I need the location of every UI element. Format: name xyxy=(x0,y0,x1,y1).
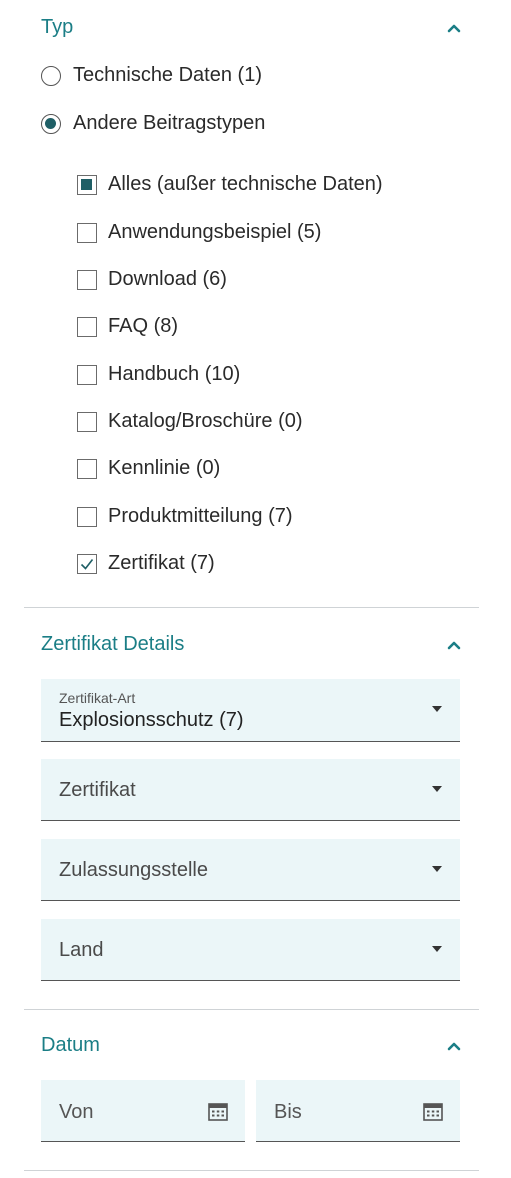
checkbox-produktmitteilung[interactable]: Produktmitteilung (7) xyxy=(77,505,293,528)
section-divider xyxy=(24,1009,479,1010)
calendar-icon[interactable] xyxy=(423,1102,443,1121)
zulassungsstelle-dropdown[interactable]: Zulassungsstelle xyxy=(41,839,460,901)
chevron-up-icon[interactable] xyxy=(447,640,461,650)
checkbox-label: Alles (außer technische Daten) xyxy=(108,173,383,195)
checkbox-katalog-broschuere[interactable]: Katalog/Broschüre (0) xyxy=(77,410,303,433)
checkbox-kennlinie[interactable]: Kennlinie (0) xyxy=(77,457,220,480)
checkbox[interactable] xyxy=(77,364,97,385)
checkbox[interactable] xyxy=(77,506,97,527)
von-placeholder: Von xyxy=(59,1101,94,1123)
land-dropdown[interactable]: Land xyxy=(41,919,460,981)
checkbox[interactable] xyxy=(77,316,97,337)
zulassungsstelle-placeholder: Zulassungsstelle xyxy=(59,859,208,881)
checkbox-handbuch[interactable]: Handbuch (10) xyxy=(77,363,240,386)
checkbox-label: FAQ (8) xyxy=(108,315,179,337)
typ-section-header[interactable]: Typ xyxy=(41,16,461,39)
checkbox-zertifikat[interactable]: Zertifikat (7) xyxy=(77,552,215,575)
radio-technische-daten[interactable]: Technische Daten (1) xyxy=(41,64,262,87)
bis-placeholder: Bis xyxy=(274,1101,302,1123)
radio-andere-beitragstypen[interactable]: Andere Beitragstypen xyxy=(41,112,265,135)
checkbox-label: Handbuch (10) xyxy=(108,363,241,385)
datum-section-header[interactable]: Datum xyxy=(41,1034,461,1057)
checkbox-label: Kennlinie (0) xyxy=(108,457,221,479)
checkbox[interactable] xyxy=(77,174,97,195)
checkbox-anwendungsbeispiel[interactable]: Anwendungsbeispiel (5) xyxy=(77,221,321,244)
radio-button[interactable] xyxy=(41,65,61,86)
checkbox-label: Katalog/Broschüre (0) xyxy=(108,410,303,432)
caret-down-icon xyxy=(432,706,442,712)
caret-down-icon xyxy=(432,866,442,872)
checkbox-label: Download (6) xyxy=(108,268,227,290)
zertifikat-art-dropdown[interactable]: Zertifikat-Art Explosionsschutz (7) xyxy=(41,679,460,742)
caret-down-icon xyxy=(432,786,442,792)
checkbox-label: Produktmitteilung (7) xyxy=(108,505,293,527)
zertifikat-details-title: Zertifikat Details xyxy=(41,633,185,655)
checkbox[interactable] xyxy=(77,222,97,243)
bis-date-field[interactable]: Bis xyxy=(256,1080,460,1142)
checkbox-label: Anwendungsbeispiel (5) xyxy=(108,221,322,243)
radio-label: Andere Beitragstypen xyxy=(73,112,266,134)
checkbox-faq[interactable]: FAQ (8) xyxy=(77,315,178,338)
checkbox-download[interactable]: Download (6) xyxy=(77,268,227,291)
checkbox-label: Zertifikat (7) xyxy=(108,552,215,574)
caret-down-icon xyxy=(432,946,442,952)
checkbox[interactable] xyxy=(77,411,97,432)
checkmark-icon xyxy=(80,558,94,570)
datum-section-title: Datum xyxy=(41,1034,100,1056)
zertifikat-art-label: Zertifikat-Art xyxy=(59,690,136,706)
checkbox-alles[interactable]: Alles (außer technische Daten) xyxy=(77,173,383,196)
zertifikat-details-header[interactable]: Zertifikat Details xyxy=(41,633,461,656)
radio-label: Technische Daten (1) xyxy=(73,64,262,86)
radio-button[interactable] xyxy=(41,113,61,134)
section-divider xyxy=(24,1170,479,1171)
checkbox[interactable] xyxy=(77,269,97,290)
section-divider xyxy=(24,607,479,608)
zertifikat-dropdown[interactable]: Zertifikat xyxy=(41,759,460,821)
land-placeholder: Land xyxy=(59,939,104,961)
calendar-icon[interactable] xyxy=(208,1102,228,1121)
chevron-up-icon[interactable] xyxy=(447,23,461,33)
typ-section-title: Typ xyxy=(41,16,74,38)
checkbox[interactable] xyxy=(77,458,97,479)
zertifikat-art-value: Explosionsschutz (7) xyxy=(59,709,244,731)
checkbox[interactable] xyxy=(77,553,97,574)
von-date-field[interactable]: Von xyxy=(41,1080,245,1142)
chevron-up-icon[interactable] xyxy=(447,1041,461,1051)
zertifikat-placeholder: Zertifikat xyxy=(59,779,136,801)
